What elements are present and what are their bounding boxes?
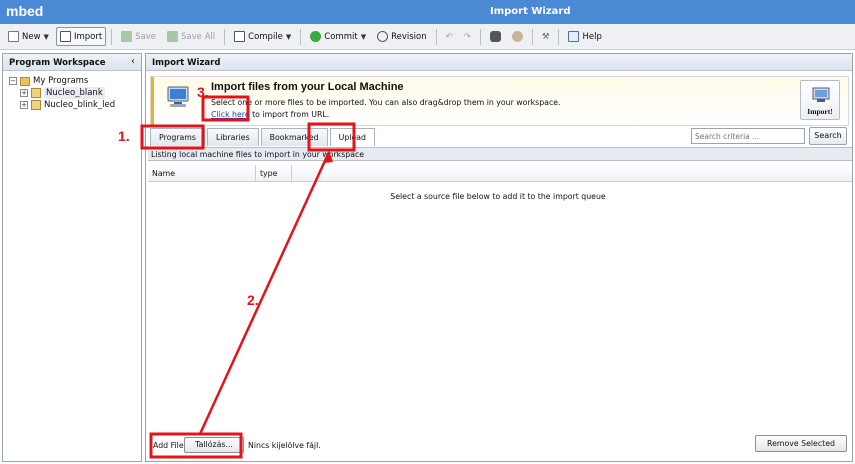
remove-selected-button[interactable]: Remove Selected [755,435,847,452]
import-toolbar-button[interactable]: Import [55,27,107,46]
chevron-down-icon[interactable]: ▼ [44,33,49,41]
new-button[interactable]: New ▼ [4,27,53,46]
toolbar-divider [558,28,560,45]
save-all-icon [167,31,179,42]
program-workspace-panel: Program Workspace ‹ − My Programs + Nucl… [2,53,142,462]
toolbar-divider [224,28,226,45]
toolbar-divider [479,28,481,45]
workspace-header: Program Workspace ‹ [3,54,141,71]
banner-accent [151,77,154,127]
add-file-label: Add File [153,441,184,450]
search-input[interactable] [691,128,805,144]
toolbar: New ▼ Import Save Save All Compile ▼ Com… [0,24,855,50]
program-label: Nucleo_blink_led [44,100,116,110]
import-banner: Import files from your Local Machine Sel… [150,76,849,127]
folder-icon [20,76,30,86]
expand-toggle-icon[interactable]: + [20,89,28,97]
tab-upload[interactable]: Upload [329,128,375,146]
banner-url-line: Click here to import from URL. [211,110,329,119]
workspace-title: Program Workspace [9,58,106,68]
computer-icon [167,86,189,107]
gear-icon [511,31,523,42]
wrench-icon: ⚒ [541,31,550,42]
find-button[interactable] [486,27,505,46]
tab-programs[interactable]: Programs [150,128,205,146]
wizard-header: Import Wizard [146,54,852,71]
toolbar-divider [435,28,437,45]
workspace-tree: − My Programs + Nucleo_blank + Nucleo_bl… [3,71,141,111]
column-header-type[interactable]: type [256,165,292,181]
tools-button[interactable]: ⚒ [538,27,554,46]
import-computer-icon [812,87,830,102]
save-icon [121,31,133,42]
compile-button[interactable]: Compile ▼ [230,27,295,46]
source-tabs: Programs Libraries Bookmarked Upload [150,128,375,146]
title-bar: mbed Import Wizard [0,0,855,24]
compile-icon [234,31,246,42]
help-button[interactable]: Help [564,27,605,46]
tree-item-nucleo-blink-led[interactable]: + Nucleo_blink_led [9,99,141,111]
commit-icon [310,31,322,42]
tab-bookmarked[interactable]: Bookmarked [260,128,328,146]
commit-button[interactable]: Commit ▼ [306,27,370,46]
chevron-down-icon[interactable]: ▼ [361,33,366,41]
empty-queue-message: Select a source file below to add it to … [390,192,606,201]
undo-button[interactable]: ↶ [442,27,457,46]
redo-button[interactable]: ↷ [460,27,475,46]
undo-icon: ↶ [445,31,453,42]
program-icon [31,100,41,110]
no-file-selected-text: Nincs kijelölve fájl. [248,441,321,450]
wizard-title: Import Wizard [152,58,221,68]
new-file-icon [8,31,19,42]
column-header-name[interactable]: Name [148,165,256,181]
tree-root-label: My Programs [33,76,89,86]
import-button[interactable]: Import! [800,80,840,120]
import-icon [59,31,71,42]
save-all-button[interactable]: Save All [163,27,219,46]
tree-root-my-programs[interactable]: − My Programs [9,75,141,87]
settings-button[interactable] [508,27,527,46]
revision-icon [377,31,389,42]
redo-icon: ↷ [463,31,471,42]
import-wizard-panel: Import Wizard Import files from your Loc… [145,53,853,462]
save-button[interactable]: Save [117,27,160,46]
collapse-toggle-icon[interactable]: − [9,77,17,85]
revision-button[interactable]: Revision [373,27,431,46]
import-button-label: Import! [807,107,833,116]
help-icon [568,31,580,42]
window-title: Import Wizard [490,6,571,17]
add-file-bar: Add File Tallózás... Nincs kijelölve fáj… [148,435,852,455]
chevron-down-icon[interactable]: ▼ [286,33,291,41]
banner-description: Select one or more files to be imported.… [211,98,561,107]
annotation-number-3: 3. [197,84,209,100]
collapse-icon[interactable]: ‹ [131,56,135,67]
binoculars-icon [489,31,501,42]
import-from-url-link[interactable]: Click here [211,110,250,119]
tab-libraries[interactable]: Libraries [206,128,259,146]
program-label: Nucleo_blank [44,87,105,99]
toolbar-divider [531,28,533,45]
url-link-suffix: to import from URL. [249,110,330,119]
toolbar-divider [111,28,113,45]
program-icon [31,88,41,98]
tree-item-nucleo-blank[interactable]: + Nucleo_blank [9,87,141,99]
file-table-header: Name type [148,165,852,182]
annotation-number-1: 1. [118,128,130,144]
expand-toggle-icon[interactable]: + [20,101,28,109]
app-brand: mbed [6,3,44,19]
listing-caption: Listing local machine files to import in… [148,147,852,161]
annotation-number-2: 2. [247,292,259,308]
banner-heading: Import files from your Local Machine [211,81,404,93]
toolbar-divider [300,28,302,45]
search-button[interactable]: Search [809,127,847,145]
browse-file-button[interactable]: Tallózás... [184,437,244,453]
